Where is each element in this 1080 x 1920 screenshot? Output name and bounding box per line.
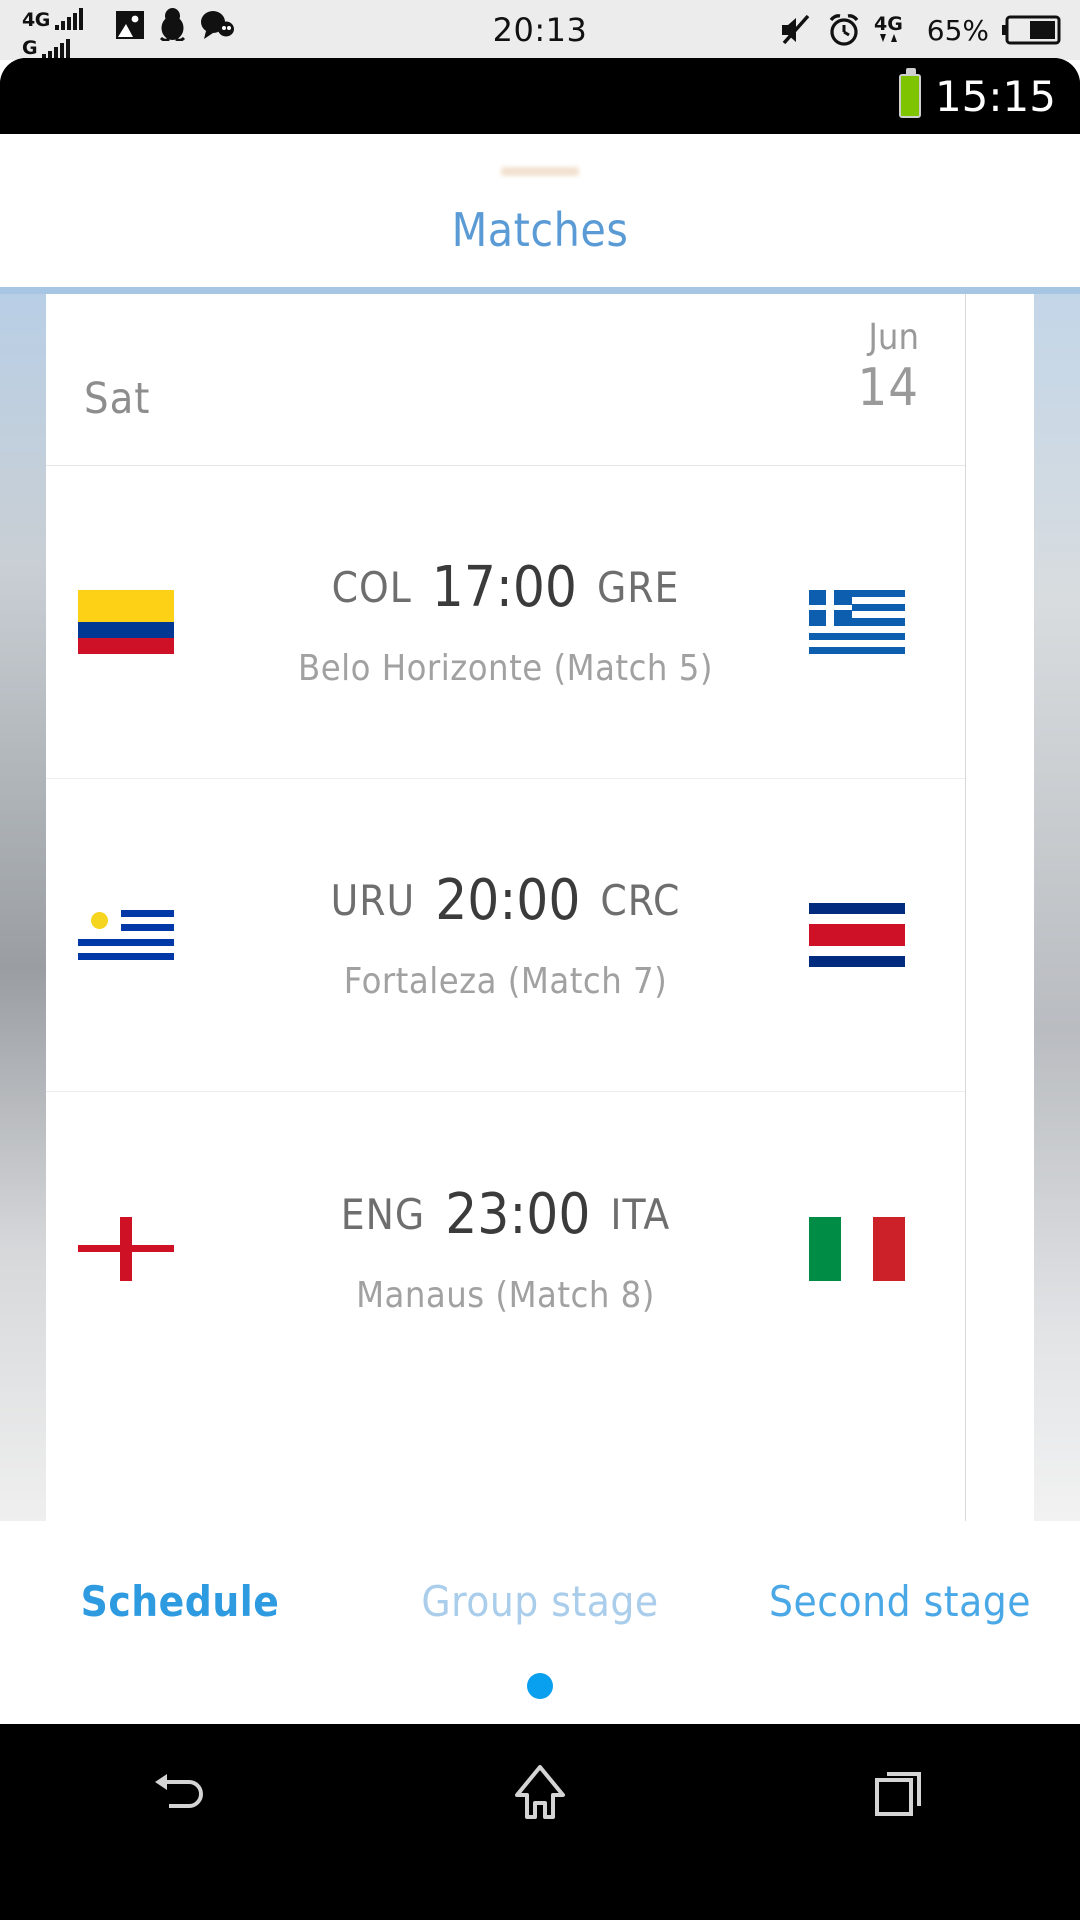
- match-row[interactable]: COL 17:00 GRE Belo Horizonte (Match 5): [46, 466, 965, 779]
- page-title: Matches: [451, 167, 629, 287]
- away-flag-slot: [809, 903, 905, 967]
- right-edge-shadow: [1034, 294, 1080, 1521]
- schedule-content: Sat Jun 14 COL 17:00 GRE Belo Horizonte …: [0, 287, 1080, 1528]
- date-day-number: 14: [857, 358, 919, 418]
- match-venue: Fortaleza (Match 7): [343, 961, 668, 1002]
- tab-schedule[interactable]: Schedule: [0, 1577, 360, 1626]
- match-list-inner: Sat Jun 14 COL 17:00 GRE Belo Horizonte …: [46, 294, 966, 1528]
- home-team-code: COL: [331, 563, 412, 612]
- nav-back-button[interactable]: [105, 1724, 255, 1860]
- device-clock: 15:15: [934, 71, 1056, 121]
- match-row[interactable]: URU 20:00 CRC Fortaleza (Match 7): [46, 779, 965, 1092]
- match-time: 20:00: [435, 868, 581, 933]
- away-flag-slot: [809, 590, 905, 654]
- match-list[interactable]: Sat Jun 14 COL 17:00 GRE Belo Horizonte …: [46, 294, 1034, 1528]
- costa-rica-flag: [809, 903, 905, 967]
- home-team-code: ENG: [340, 1189, 426, 1239]
- bottom-tab-bar: Schedule Group stage Second stage: [0, 1521, 1080, 1743]
- android-nav-bar: [0, 1724, 1080, 1860]
- date-month: Jun: [868, 317, 919, 358]
- tab-list: Schedule Group stage Second stage: [0, 1521, 1080, 1681]
- battery-icon: [1002, 15, 1061, 45]
- tab-group-stage[interactable]: Group stage: [360, 1577, 720, 1626]
- page-indicator-dot: [527, 1673, 553, 1699]
- date-day-of-week: Sat: [84, 374, 151, 424]
- away-team-code: CRC: [600, 876, 681, 925]
- back-icon: [155, 1774, 203, 1808]
- alarm-clock-icon: [829, 14, 859, 46]
- app-root: Matches Sat Jun 14 COL 17:00 GRE Belo Ho…: [0, 134, 1080, 1860]
- app-header: Matches: [0, 134, 1080, 287]
- mute-icon: [781, 14, 810, 45]
- device-status-right: 15:15: [898, 58, 1056, 134]
- nav-home-button[interactable]: [465, 1724, 615, 1860]
- match-time: 17:00: [431, 555, 577, 620]
- battery-charged-icon: [898, 68, 921, 118]
- recents-icon: [875, 1772, 921, 1816]
- match-venue: Belo Horizonte (Match 5): [298, 648, 713, 689]
- away-team-code: GRE: [596, 563, 680, 612]
- home-icon: [515, 1765, 565, 1819]
- device-status-bar: 15:15: [0, 58, 1080, 134]
- away-flag-slot: [809, 1216, 905, 1281]
- data-transfer-4g-icon: 4G: [874, 13, 903, 42]
- greece-flag: [809, 590, 905, 654]
- match-row[interactable]: ENG 23:00 ITA Manaus (Match 8): [46, 1092, 965, 1405]
- match-venue: Manaus (Match 8): [356, 1274, 655, 1316]
- match-time: 23:00: [445, 1181, 591, 1247]
- title-smudge: [501, 167, 579, 176]
- page-title-label: Matches: [451, 203, 629, 257]
- battery-percent-label: 65%: [926, 13, 989, 47]
- away-team-code: ITA: [610, 1189, 671, 1239]
- left-edge-shadow: [0, 294, 46, 1521]
- svg-text:4G: 4G: [874, 13, 903, 35]
- italy-flag: [809, 1216, 905, 1281]
- host-status-right: 4G 65%: [778, 0, 1062, 60]
- inner-device-frame: 15:15 Matches Sat Jun 14 COL 17:00 GRE B…: [0, 58, 1080, 1920]
- nav-recents-button[interactable]: [825, 1724, 975, 1860]
- home-team-code: URU: [330, 876, 416, 925]
- tab-second-stage[interactable]: Second stage: [720, 1577, 1080, 1626]
- date-month-day: Jun 14: [857, 320, 919, 417]
- date-header: Sat Jun 14: [46, 294, 965, 466]
- host-status-bar: 4G G 20:13 4G 65%: [0, 0, 1080, 60]
